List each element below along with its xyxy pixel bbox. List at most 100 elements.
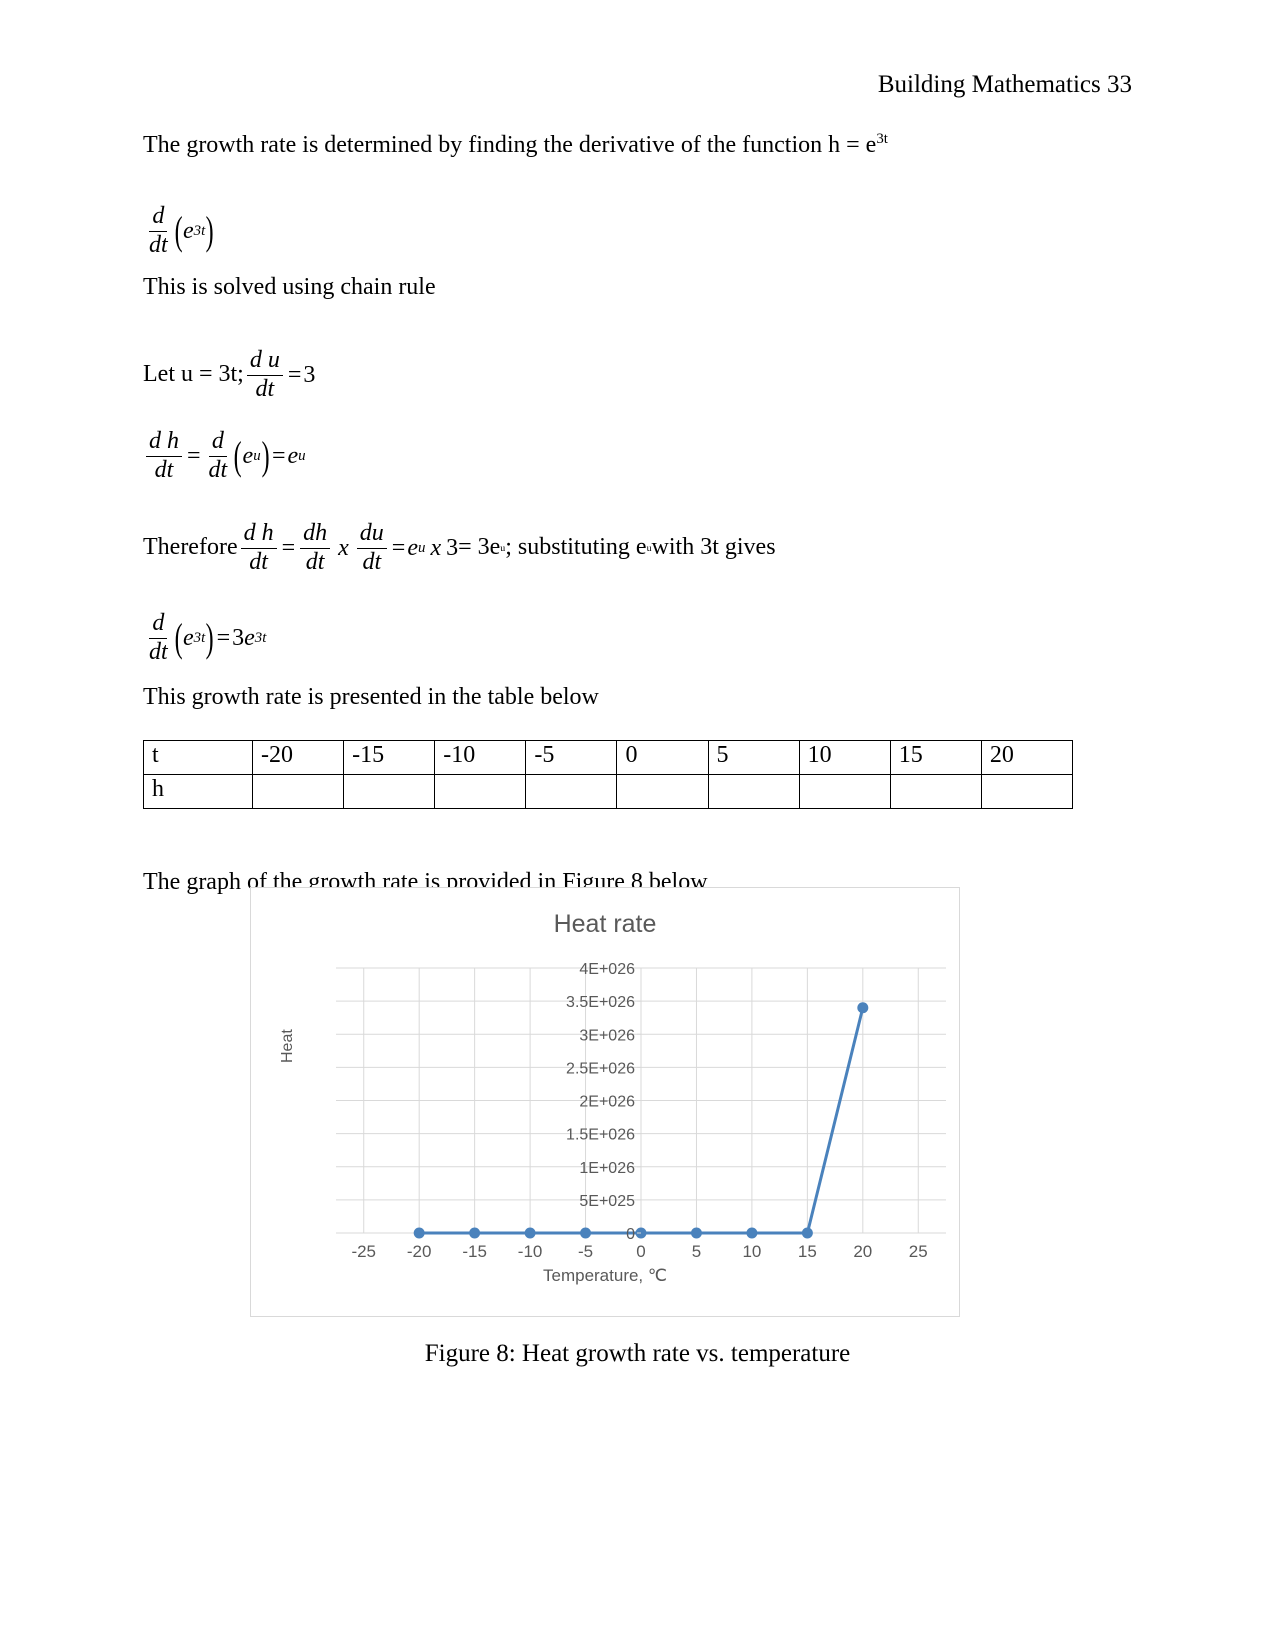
y-tick-label: 5E+025 [579, 1193, 635, 1210]
fraction-numerator: du [356, 521, 387, 549]
table-cell [980, 774, 1074, 809]
exp-base: e [183, 625, 194, 651]
equation-final-derivative: d dt ( e 3t ) = 3 e 3t [143, 594, 1073, 682]
series-data-point [469, 1227, 481, 1239]
paragraph-growth-rate-text: The growth rate is determined by finding… [143, 132, 877, 158]
rhs-value: 3 [303, 362, 316, 388]
fraction-denominator: dt [362, 548, 382, 575]
table-cell: -10 [434, 740, 527, 775]
fraction-denominator: dt [249, 548, 268, 575]
rhs-base: e [287, 443, 299, 469]
heat-rate-chart: Heat rate Heat 0 5E+025 1E+026 1.5E+026 2E+0… [250, 887, 960, 1317]
y-tick-label: 1E+026 [579, 1160, 635, 1177]
fraction-d-dt: d dt [146, 611, 171, 665]
document-page: Building Mathematics 33 The growth rate … [0, 0, 1275, 1651]
y-tick-label: 2.5E+026 [566, 1060, 635, 1077]
equals-sign: = [287, 362, 302, 388]
table-cell: -20 [251, 740, 345, 775]
right-paren-icon: ) [205, 614, 214, 660]
table-cell: 20 [980, 740, 1074, 775]
equation-therefore: Therefore d h dt = dh dt x du dt = eu x … [143, 502, 1073, 594]
y-tick-label: 0 [626, 1226, 635, 1243]
exp-base: e [183, 218, 194, 244]
exp-base: e [242, 443, 254, 469]
table-cell: 10 [798, 740, 891, 775]
exp-superscript: u [253, 447, 261, 464]
figure-caption: Figure 8: Heat growth rate vs. temperatu… [424, 1340, 851, 1367]
paragraph-growth-rate: The growth rate is determined by finding… [143, 130, 1073, 190]
y-tick-label: 3E+026 [579, 1027, 635, 1044]
therefore-prefix: Therefore [143, 534, 238, 561]
exp-superscript: 3t [193, 222, 206, 239]
table-cell: 0 [616, 740, 709, 775]
fraction-dh-dt-b: dh dt [300, 521, 331, 575]
x-tick-label: 20 [853, 1242, 872, 1261]
series-data-point [690, 1227, 702, 1239]
fraction-numerator: d h [240, 521, 277, 549]
rhs-coefficient: 3 [232, 625, 245, 651]
fraction-denominator: dt [255, 375, 275, 402]
table-cell: 5 [707, 740, 800, 775]
series-data-point [857, 1002, 869, 1014]
x-tick-label: -25 [351, 1242, 376, 1261]
left-paren-icon: ( [174, 207, 183, 253]
fraction-denominator: dt [149, 638, 168, 665]
exponent-3t: 3t [876, 131, 888, 147]
x-tick-label: 5 [692, 1242, 701, 1261]
math-expression-3: d h dt = d dt ( eu ) = eu [143, 429, 306, 482]
let-u-prefix: Let u = 3t; [143, 361, 244, 388]
table-cell [616, 774, 709, 809]
table-body: t -20 -15 -10 -5 0 5 10 15 20 h [143, 740, 1074, 809]
document-body: The growth rate is determined by finding… [143, 130, 1074, 898]
fraction-du-dt: d u dt [246, 348, 283, 402]
series-data-point [580, 1227, 592, 1239]
x-tick-label: -10 [518, 1242, 543, 1261]
equals-sign: = [391, 535, 406, 561]
rhs-superscript: 3t [254, 629, 267, 646]
chart-y-tick-labels: 0 5E+025 1E+026 1.5E+026 2E+026 2.5E+026 3E+02… [566, 961, 641, 1243]
growth-rate-table: t -20 -15 -10 -5 0 5 10 15 20 h [143, 740, 1074, 809]
series-data-point [801, 1227, 813, 1239]
left-paren-icon: ( [233, 432, 242, 478]
table-cell [343, 774, 436, 809]
running-head: Building Mathematics 33 [877, 71, 1132, 98]
table-cell: -5 [525, 740, 618, 775]
series-data-point [524, 1227, 536, 1239]
table-cell [889, 774, 982, 809]
chart-x-tick-labels: -25 -20 -15 -10 -5 0 5 10 15 20 25 [351, 1242, 927, 1261]
x-tick-label: -15 [462, 1242, 487, 1261]
table-cell [707, 774, 800, 809]
paragraph-table-intro: This growth rate is presented in the tab… [143, 684, 599, 710]
rhs-superscript: u [298, 447, 306, 464]
y-tick-label: 4E+026 [579, 961, 635, 978]
table-cell [798, 774, 891, 809]
equation-dh-dt: d h dt = d dt ( eu ) = eu [143, 410, 1073, 502]
fraction-numerator: d [149, 611, 168, 639]
therefore-suffix-c: with 3t gives [651, 534, 776, 561]
equation-let-u: Let u = 3t; d u dt = 3 [143, 340, 1073, 410]
x-tick-label: 10 [742, 1242, 761, 1261]
math-expression-4: d h dt = dh dt x du dt = eu x3 [238, 521, 459, 575]
fraction-denominator: dt [305, 548, 325, 575]
y-tick-label: 3.5E+026 [566, 994, 635, 1011]
fraction-numerator: dh [300, 521, 331, 549]
rhs-factor: 3 [446, 535, 459, 561]
exp-superscript: 3t [193, 629, 206, 646]
equation-derivative-definition: d dt ( e 3t ) [143, 190, 1073, 272]
chart-x-axis-label: Temperature, ℃ [543, 1266, 667, 1285]
table-cell-row-label: h [143, 774, 253, 809]
right-paren-icon: ) [261, 432, 270, 478]
fraction-denominator: dt [149, 231, 168, 258]
series-data-point [746, 1227, 758, 1239]
chart-plot-area: 0 5E+025 1E+026 1.5E+026 2E+026 2.5E+026 3E+02… [336, 961, 946, 1261]
fraction-d-dt: d dt [146, 204, 171, 258]
fraction-denominator: dt [154, 456, 174, 483]
table-cell-row-label: t [143, 740, 253, 775]
y-tick-label: 1.5E+026 [566, 1127, 635, 1144]
therefore-suffix-b: ; substituting e [505, 534, 647, 561]
table-cell [525, 774, 618, 809]
x-tick-label: -5 [578, 1242, 593, 1261]
equals-sign: = [187, 443, 201, 469]
fraction-du-dt: du dt [356, 521, 387, 575]
series-data-point [413, 1227, 425, 1239]
